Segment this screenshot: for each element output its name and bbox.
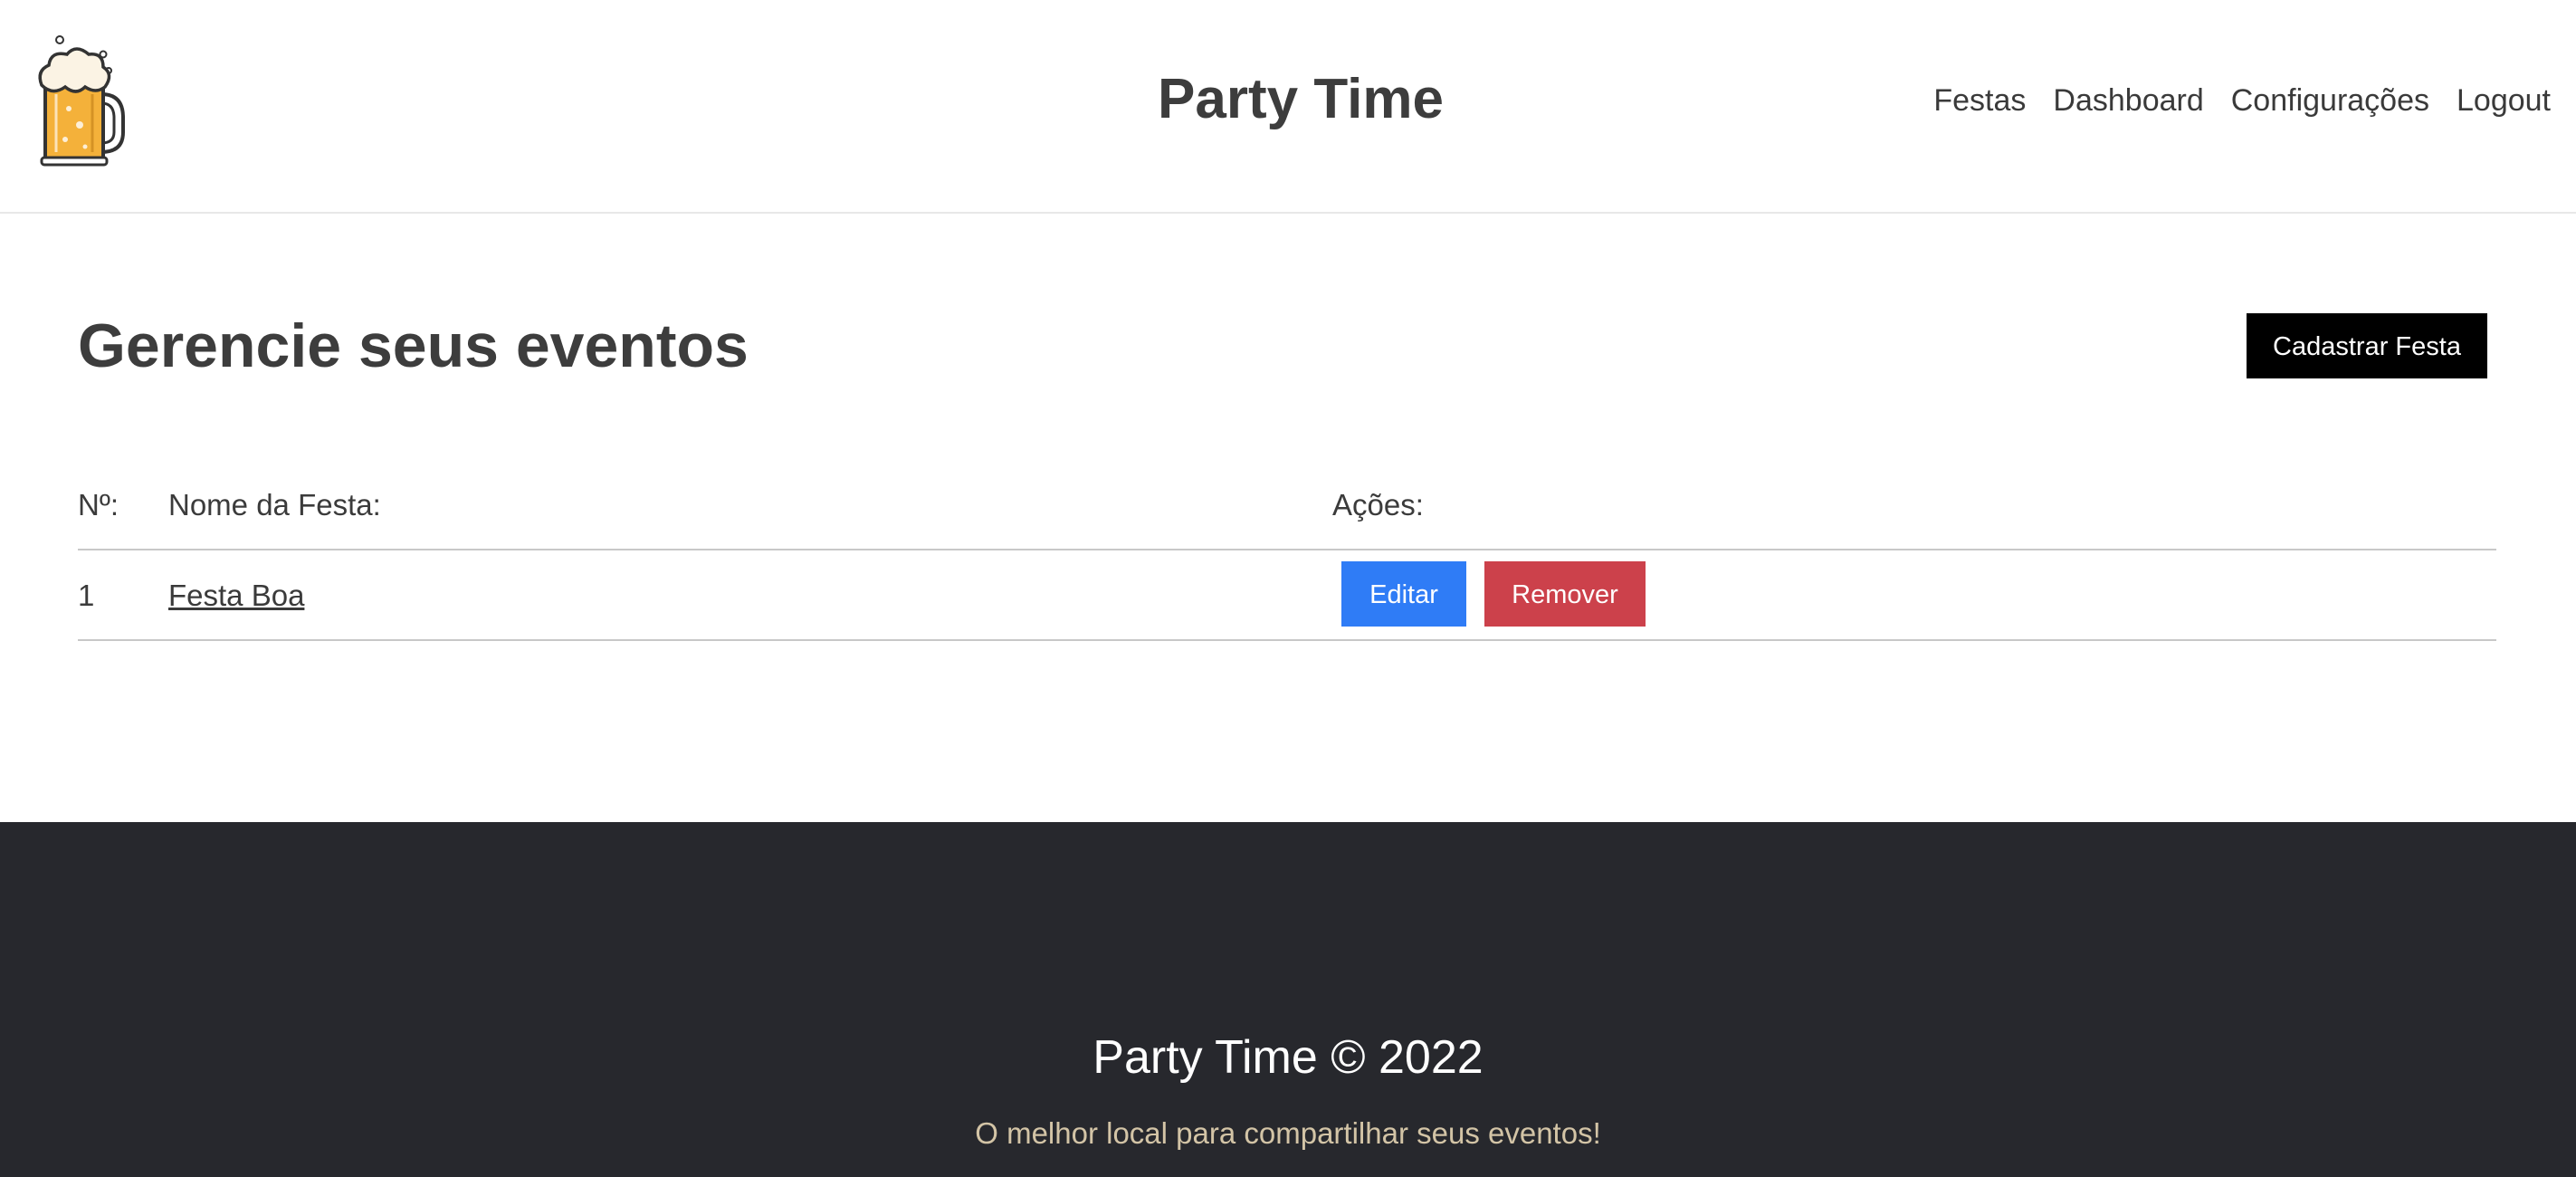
nav-item-festas[interactable]: Festas <box>1933 80 2026 121</box>
events-table: Nº: Nome da Festa: Ações: 1 Festa Boa Ed… <box>78 471 2496 641</box>
column-header-name: Nome da Festa: <box>168 488 381 522</box>
edit-button[interactable]: Editar <box>1341 561 1466 627</box>
table-row: 1 Festa Boa Editar Remover <box>78 550 2496 641</box>
create-party-button[interactable]: Cadastrar Festa <box>2247 313 2487 378</box>
main-nav: Festas Dashboard Configurações Logout <box>1933 80 2551 121</box>
column-header-number: Nº: <box>78 488 119 522</box>
site-header: Party Time Festas Dashboard Configuraçõe… <box>0 0 2576 214</box>
site-footer: Party Time © 2022 O melhor local para co… <box>0 822 2576 1177</box>
nav-item-dashboard[interactable]: Dashboard <box>2053 80 2203 121</box>
footer-tagline: O melhor local para compartilhar seus ev… <box>975 1116 1601 1150</box>
party-link[interactable]: Festa Boa <box>168 579 304 612</box>
nav-item-configuracoes[interactable]: Configurações <box>2231 80 2429 121</box>
row-name: Festa Boa <box>168 563 304 628</box>
footer-title: Party Time © 2022 <box>1092 1031 1484 1084</box>
table-header: Nº: Nome da Festa: Ações: <box>78 471 2496 550</box>
nav-item-logout[interactable]: Logout <box>2457 80 2551 121</box>
column-header-actions: Ações: <box>1332 488 1424 522</box>
page-title: Gerencie seus eventos <box>78 311 749 380</box>
remove-button[interactable]: Remover <box>1484 561 1646 627</box>
row-number: 1 <box>78 579 95 612</box>
